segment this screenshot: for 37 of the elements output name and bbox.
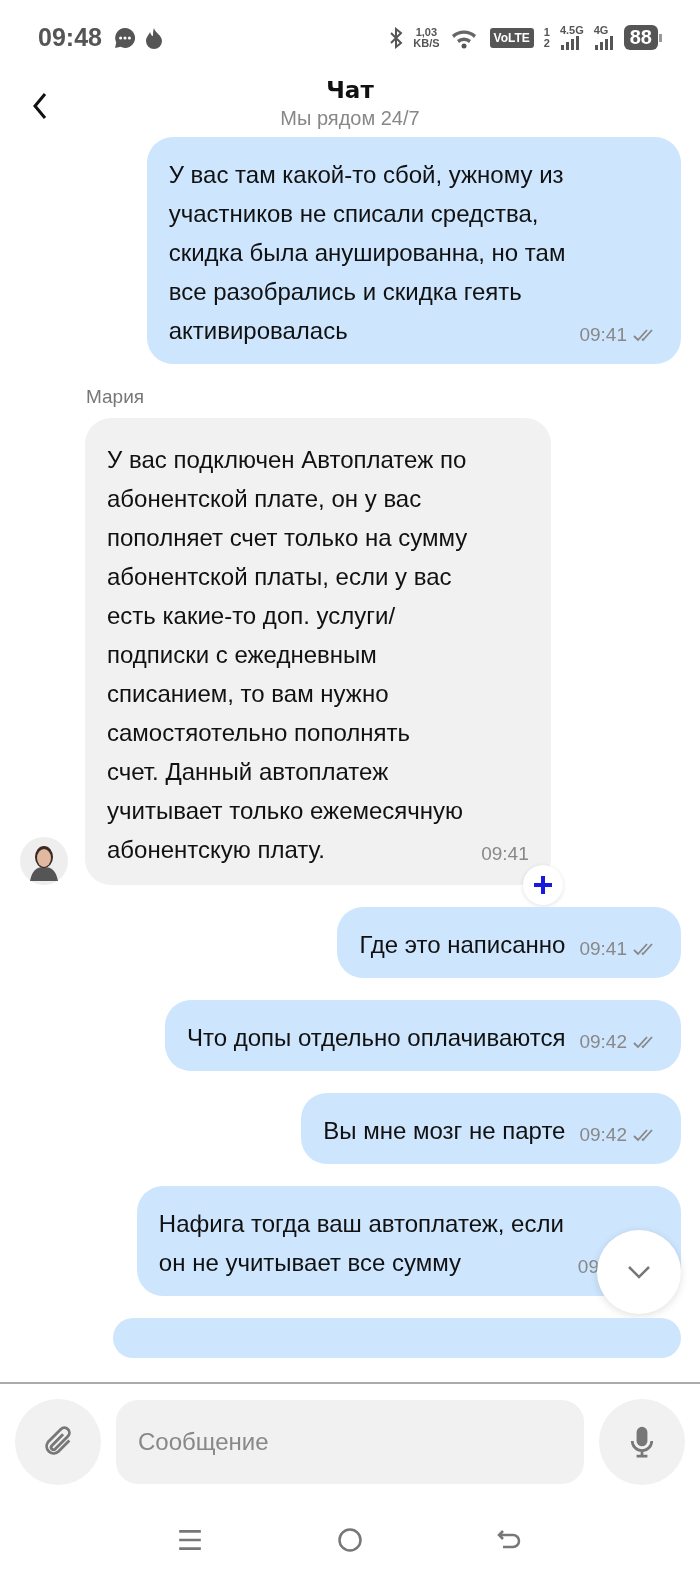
network-type: 4G: [593, 25, 609, 36]
speed-unit: KB/S: [413, 37, 440, 49]
sim-label: 2: [543, 37, 550, 49]
signal-icon: [593, 36, 614, 50]
chat-bubble-icon: [113, 26, 136, 49]
bluetooth-icon: [389, 26, 404, 49]
message-text: Нафига тогда ваш автоплатеж, если он не учитывает все сумму: [158, 1209, 564, 1278]
add-reaction-button[interactable]: [522, 865, 563, 905]
network-type: 4.5G: [559, 25, 584, 36]
avatar-icon: [20, 837, 68, 885]
message-time: 09:42: [579, 1031, 627, 1053]
message-text: Где это написанно: [359, 930, 566, 960]
message-time: 09:41: [579, 938, 627, 960]
message-text: Что допы отдельно оплачиваются: [187, 1023, 566, 1053]
plus-icon: [532, 875, 553, 895]
flame-icon: [143, 26, 164, 49]
back-icon: [32, 92, 48, 120]
chat-title: Чат: [326, 76, 374, 105]
battery-level: 88: [623, 25, 658, 50]
sender-name: Мария: [86, 386, 146, 408]
message-text: Вы мне мозг не парте: [323, 1116, 566, 1146]
volte-badge: VoLTE: [489, 27, 534, 48]
message-text: У вас подключен Автоплатеж по абонентской плате, он у вас пополняет счет только на сумму абонентской платы, если у вас есть какие-то доп. услуги/ подписки с ежедневным списанием, то вам нужно самостяотельно пополнять счет. Данный автоплатеж учитывает только ежемесячную абонентскую плату.: [107, 445, 468, 865]
microphone-icon: [629, 1425, 655, 1459]
signal-icon: [559, 36, 580, 50]
sim-label: 1: [543, 26, 550, 38]
clock-time: 09:48: [38, 23, 102, 52]
message-time: 09: [577, 1256, 599, 1278]
chevron-down-icon: [627, 1265, 651, 1279]
message-text: У вас там какой-то сбой, ужному из участников не списали средства, скидка была анушированна, но там все разобрались и скидка геять активировалась: [168, 160, 566, 346]
chat-subtitle: Мы рядом 24/7: [280, 106, 420, 131]
message-field[interactable]: Сообщение: [116, 1400, 584, 1484]
message-time: 09:42: [579, 1124, 627, 1146]
home-icon: [337, 1526, 363, 1553]
speed-value: 1,03: [415, 26, 438, 38]
message-time: 09:41: [579, 324, 627, 346]
message-time: 09:41: [481, 843, 529, 865]
